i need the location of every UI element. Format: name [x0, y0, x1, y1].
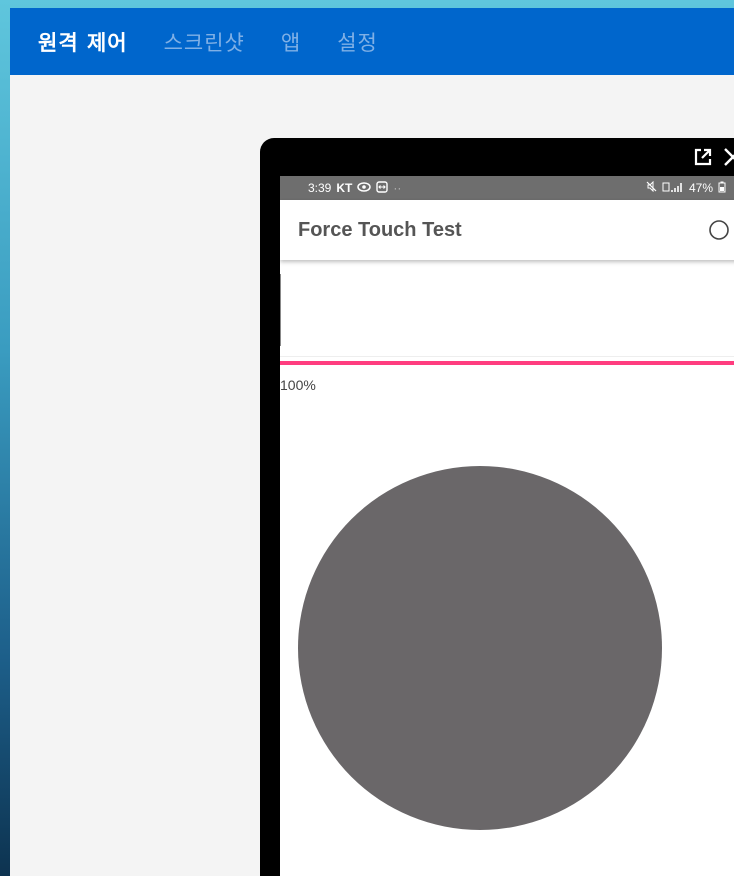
- tab-settings[interactable]: 설정: [337, 27, 378, 57]
- radio-circle-icon[interactable]: [708, 219, 730, 241]
- mute-icon: [646, 180, 657, 195]
- battery-icon: [718, 181, 726, 196]
- text-caret: [280, 274, 281, 346]
- top-nav-bar: 원격 제어 스크린샷 앱 설정: [10, 8, 734, 75]
- eye-icon: [357, 181, 372, 195]
- input-area[interactable]: [280, 260, 734, 357]
- tab-screenshot[interactable]: 스크린샷: [164, 27, 245, 57]
- status-time: 3:39: [308, 181, 332, 195]
- force-touch-circle[interactable]: [298, 466, 662, 830]
- device-screen[interactable]: 3:39 KT ·· 47% Force Touch Test 100%: [280, 176, 734, 876]
- app-title: Force Touch Test: [298, 218, 462, 241]
- status-battery-percent: 47%: [688, 181, 713, 195]
- close-icon[interactable]: [722, 146, 734, 168]
- app-bar: Force Touch Test: [280, 200, 734, 260]
- signal-icon: [662, 181, 684, 196]
- more-dots-icon: ··: [393, 181, 402, 195]
- device-frame: 3:39 KT ·· 47% Force Touch Test 100%: [260, 138, 734, 876]
- tab-remote-control[interactable]: 원격 제어: [38, 27, 128, 57]
- pressure-indicator-line: [280, 361, 734, 365]
- popout-icon[interactable]: [692, 146, 714, 168]
- status-carrier: KT: [336, 181, 353, 195]
- status-bar: 3:39 KT ·· 47%: [280, 176, 734, 200]
- tab-apps[interactable]: 앱: [281, 27, 301, 57]
- pressure-percent: 100%: [280, 377, 316, 393]
- device-toolbar: [692, 146, 734, 168]
- screen-share-icon: [376, 180, 389, 196]
- remote-window: 원격 제어 스크린샷 앱 설정 3:39 KT ·· 47% Force Tou…: [10, 8, 734, 876]
